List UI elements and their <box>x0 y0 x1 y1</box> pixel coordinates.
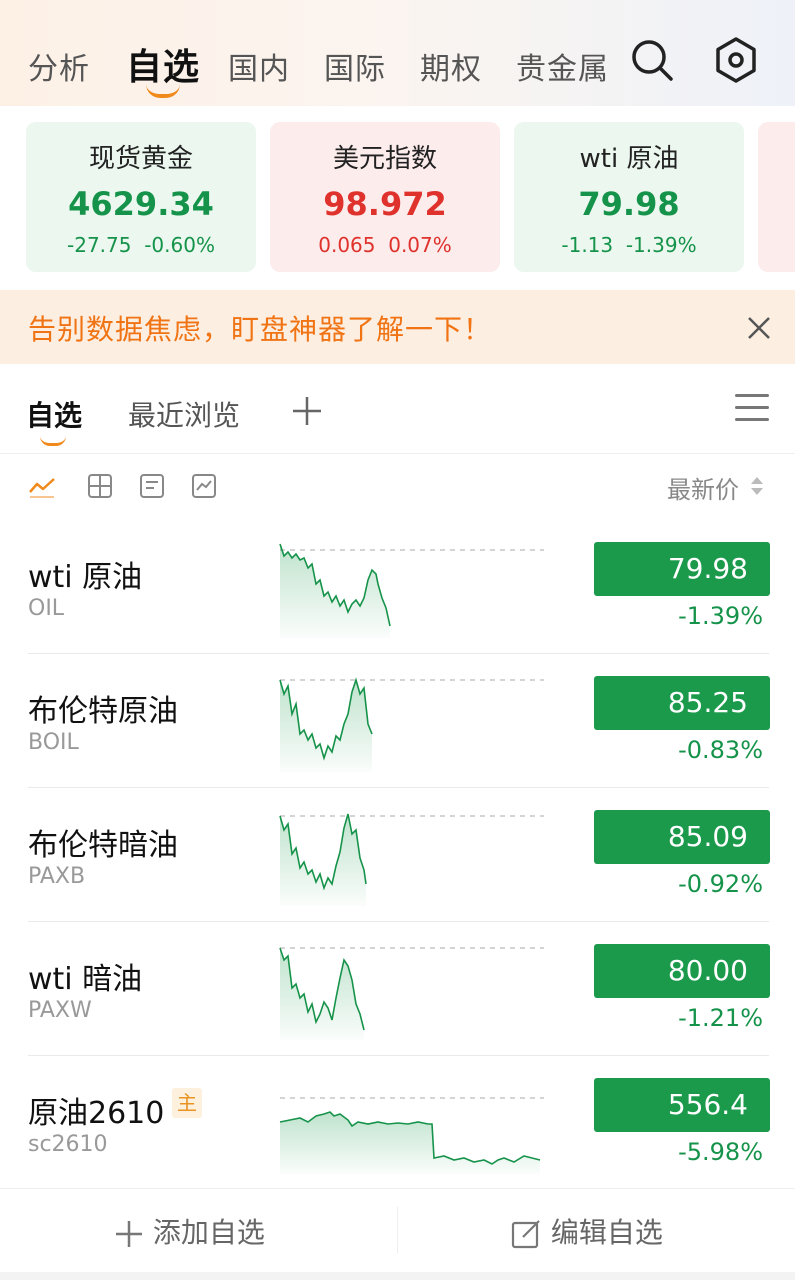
instrument-code: BOIL <box>28 730 79 755</box>
sparkline-chart <box>279 543 544 638</box>
view-mode-row: 最新价 <box>0 454 795 518</box>
settings-icon[interactable] <box>712 36 760 84</box>
close-icon[interactable] <box>745 306 773 346</box>
subtab-recent[interactable]: 最近浏览 <box>128 394 240 434</box>
tab-watchlist[interactable]: 自选 <box>126 38 200 90</box>
instrument-name: wti 暗油 <box>28 962 143 997</box>
list-item[interactable]: 布伦特原油 BOIL 85.25 -0.83% <box>0 654 795 788</box>
edit-watchlist-button[interactable]: 编辑自选 <box>510 1211 663 1251</box>
sparkline-chart <box>279 677 544 772</box>
price-box: 80.00 <box>594 944 770 998</box>
divider <box>397 1207 398 1253</box>
subtab-indicator <box>40 436 66 446</box>
price-box: 85.09 <box>594 810 770 864</box>
price-box: 556.4 <box>594 1078 770 1132</box>
price-box: 79.98 <box>594 542 770 596</box>
edit-watchlist-label: 编辑自选 <box>550 1216 663 1249</box>
sparkline-chart <box>279 947 544 1040</box>
tab-precious-metals[interactable]: 贵金属 <box>516 44 609 88</box>
tab-domestic[interactable]: 国内 <box>228 44 290 88</box>
search-icon[interactable] <box>628 36 676 84</box>
chart-view-icon[interactable] <box>190 472 218 500</box>
change-percent: -1.39% <box>678 602 763 630</box>
tab-options[interactable]: 期权 <box>420 44 482 88</box>
plus-icon <box>116 1221 142 1247</box>
card-value: 98.972 <box>323 185 447 223</box>
sort-label[interactable]: 最新价 <box>667 470 739 505</box>
quote-cards: 现货黄金 4629.34 -27.75 -0.60% 美元指数 98.972 0… <box>0 106 795 286</box>
footer-actions: 添加自选 编辑自选 <box>0 1188 795 1272</box>
subtab-watchlist[interactable]: 自选 <box>26 394 82 434</box>
card-name: wti 原油 <box>579 144 679 174</box>
instrument-name: 布伦特原油 <box>28 694 178 729</box>
list-item[interactable]: wti 暗油 PAXW 80.00 -1.21% <box>0 922 795 1056</box>
instrument-name: 原油2610 <box>28 1096 165 1131</box>
card-change: -1.13 -1.39% <box>561 233 697 257</box>
change-percent: -0.83% <box>678 736 763 764</box>
card-value: 4629.34 <box>68 185 214 223</box>
quote-card-partial[interactable] <box>758 122 795 272</box>
card-name: 现货黄金 <box>88 144 193 174</box>
change-percent: -0.92% <box>678 870 763 898</box>
quote-card[interactable]: 现货黄金 4629.34 -27.75 -0.60% <box>26 122 256 272</box>
main-contract-badge: 主 <box>172 1088 202 1118</box>
market-tabs: 分析 自选 国内 国际 期权 贵金属 <box>0 30 620 90</box>
quote-card[interactable]: wti 原油 79.98 -1.13 -1.39% <box>514 122 744 272</box>
card-name: 美元指数 <box>332 144 437 174</box>
price-box: 85.25 <box>594 676 770 730</box>
sort-icon[interactable] <box>749 474 765 498</box>
add-watchlist-button[interactable]: 添加自选 <box>114 1211 265 1251</box>
add-watchlist-label: 添加自选 <box>152 1216 265 1249</box>
active-tab-indicator <box>146 84 180 98</box>
card-view-icon[interactable] <box>138 472 166 500</box>
banner-text: 告别数据焦虑，盯盘神器了解一下！ <box>28 313 493 346</box>
watchlist-subtabs: 自选 最近浏览 <box>0 364 795 454</box>
edit-icon <box>511 1220 540 1249</box>
list-item[interactable]: 布伦特暗油 PAXB 85.09 -0.92% <box>0 788 795 922</box>
change-percent: -5.98% <box>678 1138 763 1166</box>
card-change: -27.75 -0.60% <box>67 233 215 257</box>
promo-banner[interactable]: 告别数据焦虑，盯盘神器了解一下！ <box>0 290 795 364</box>
instrument-name: 布伦特暗油 <box>28 828 178 863</box>
instrument-name: wti 原油 <box>28 560 143 595</box>
tab-international[interactable]: 国际 <box>324 44 386 88</box>
line-view-icon[interactable] <box>28 472 56 500</box>
grid-view-icon[interactable] <box>86 472 114 500</box>
instrument-code: OIL <box>28 596 65 621</box>
menu-icon[interactable] <box>735 394 769 424</box>
list-item[interactable]: 原油2610 主 sc2610 556.4 -5.98% <box>0 1056 795 1190</box>
tab-analysis[interactable]: 分析 <box>28 44 90 88</box>
sparkline-chart <box>279 813 544 906</box>
instrument-code: sc2610 <box>28 1132 108 1157</box>
bottom-bar <box>0 1272 795 1280</box>
quote-card[interactable]: 美元指数 98.972 0.065 0.07% <box>270 122 500 272</box>
card-change: 0.065 0.07% <box>318 233 452 257</box>
change-percent: -1.21% <box>678 1004 763 1032</box>
card-value: 79.98 <box>578 185 680 223</box>
sparkline-chart <box>279 1097 544 1174</box>
instrument-code: PAXB <box>28 864 86 889</box>
instrument-code: PAXW <box>28 998 92 1023</box>
plus-icon[interactable] <box>290 388 324 437</box>
top-bar: 分析 自选 国内 国际 期权 贵金属 <box>0 0 795 106</box>
list-item[interactable]: wti 原油 OIL 79.98 -1.39% <box>0 520 795 654</box>
